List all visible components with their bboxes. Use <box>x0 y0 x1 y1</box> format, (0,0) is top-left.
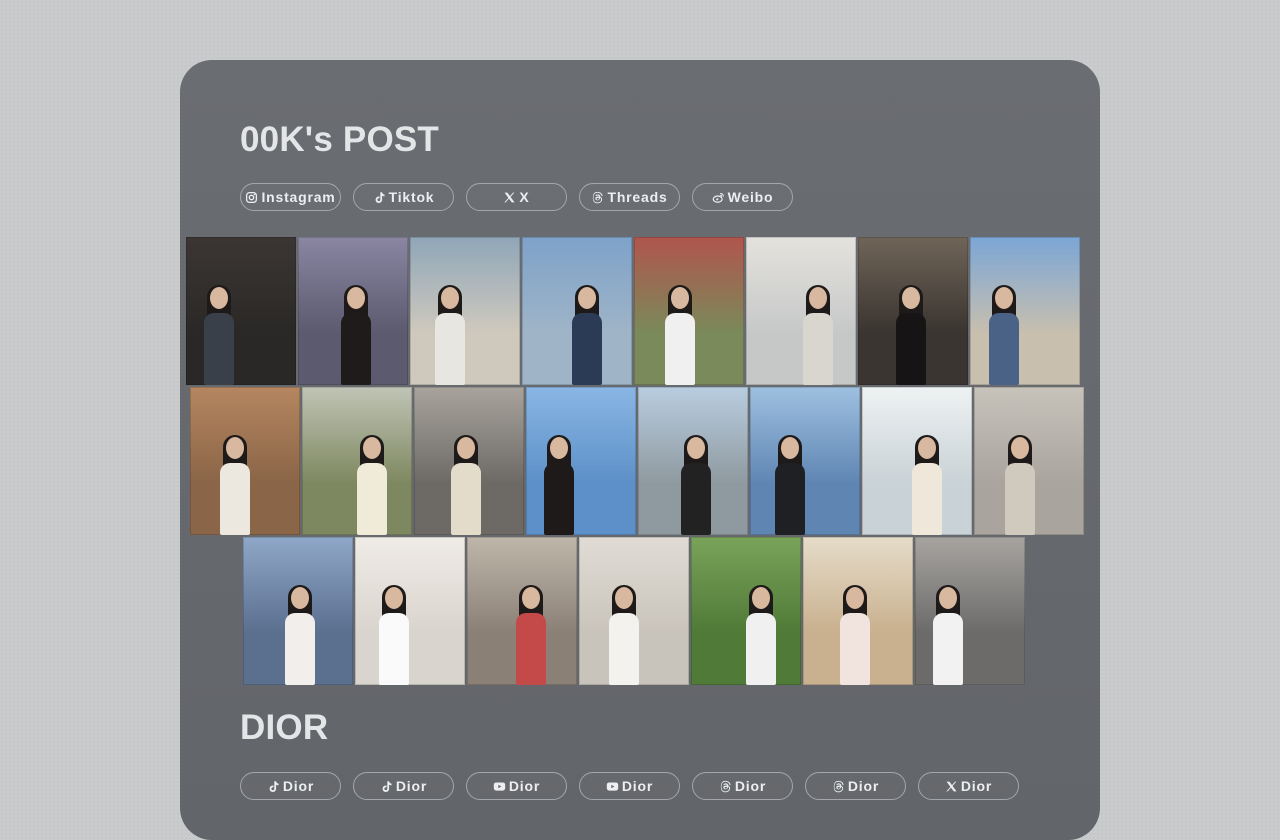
x-icon <box>945 780 958 793</box>
post-photo[interactable] <box>298 237 408 385</box>
person-figure <box>1003 435 1037 535</box>
post-photo[interactable] <box>302 387 412 535</box>
person-figure <box>838 585 872 685</box>
person-figure <box>910 435 944 535</box>
social-link-tiktok-button[interactable]: Dior <box>353 772 454 800</box>
person-figure <box>202 285 236 385</box>
person-figure <box>339 285 373 385</box>
social-link-label: Threads <box>607 189 668 205</box>
post-photo[interactable] <box>862 387 972 535</box>
social-links-dior: Dior Dior Dior Dior Dior Dior Dior <box>240 772 1019 800</box>
social-link-label: Dior <box>960 778 993 794</box>
social-links-posts: Instagram Tiktok X Threads Weibo <box>240 183 793 211</box>
post-photo[interactable] <box>410 237 520 385</box>
social-link-instagram-button[interactable]: Instagram <box>240 183 341 211</box>
post-photo[interactable] <box>190 387 300 535</box>
photo-row <box>190 387 1084 535</box>
social-link-threads-button[interactable]: Threads <box>579 183 680 211</box>
tiktok-icon <box>373 191 386 204</box>
post-photo[interactable] <box>355 537 465 685</box>
post-photo[interactable] <box>526 387 636 535</box>
threads-icon <box>591 191 604 204</box>
photo-row <box>243 537 1025 685</box>
social-link-tiktok-button[interactable]: Tiktok <box>353 183 454 211</box>
post-photo[interactable] <box>638 387 748 535</box>
person-figure <box>744 585 778 685</box>
post-photo[interactable] <box>634 237 744 385</box>
post-photo[interactable] <box>414 387 524 535</box>
person-figure <box>931 585 965 685</box>
instagram-icon <box>245 191 258 204</box>
post-photo[interactable] <box>974 387 1084 535</box>
person-figure <box>218 435 252 535</box>
social-link-x-button[interactable]: Dior <box>918 772 1019 800</box>
post-photo[interactable] <box>243 537 353 685</box>
social-link-label: Instagram <box>261 189 336 205</box>
post-photo[interactable] <box>467 537 577 685</box>
social-link-tiktok-button[interactable]: Dior <box>240 772 341 800</box>
social-link-youtube-button[interactable]: Dior <box>579 772 680 800</box>
person-figure <box>283 585 317 685</box>
social-link-label: X <box>519 189 530 205</box>
person-figure <box>773 435 807 535</box>
post-photo[interactable] <box>915 537 1025 685</box>
social-link-weibo-button[interactable]: Weibo <box>692 183 793 211</box>
person-figure <box>679 435 713 535</box>
person-figure <box>570 285 604 385</box>
post-photo[interactable] <box>858 237 968 385</box>
person-figure <box>377 585 411 685</box>
post-photo[interactable] <box>186 237 296 385</box>
person-figure <box>514 585 548 685</box>
person-figure <box>894 285 928 385</box>
social-link-threads-button[interactable]: Dior <box>805 772 906 800</box>
person-figure <box>607 585 641 685</box>
tiktok-icon <box>380 780 393 793</box>
social-link-label: Weibo <box>727 189 774 205</box>
post-photo[interactable] <box>803 537 913 685</box>
social-link-label: Dior <box>734 778 767 794</box>
person-figure <box>801 285 835 385</box>
social-link-youtube-button[interactable]: Dior <box>466 772 567 800</box>
social-link-label: Tiktok <box>388 189 435 205</box>
profile-card: 00K's POST Instagram Tiktok X Threads Weibo … <box>180 60 1100 840</box>
x-icon <box>503 191 516 204</box>
post-photo[interactable] <box>691 537 801 685</box>
social-link-label: Dior <box>847 778 880 794</box>
section-title-posts: 00K's POST <box>240 120 440 159</box>
youtube-icon <box>606 780 619 793</box>
post-photo[interactable] <box>522 237 632 385</box>
post-photo[interactable] <box>970 237 1080 385</box>
tiktok-icon <box>267 780 280 793</box>
person-figure <box>355 435 389 535</box>
section-title-dior: DIOR <box>240 708 329 747</box>
social-link-label: Dior <box>508 778 541 794</box>
threads-icon <box>719 780 732 793</box>
person-figure <box>433 285 467 385</box>
person-figure <box>987 285 1021 385</box>
social-link-threads-button[interactable]: Dior <box>692 772 793 800</box>
post-photo[interactable] <box>746 237 856 385</box>
social-link-label: Dior <box>395 778 428 794</box>
weibo-icon <box>712 191 725 204</box>
photo-row <box>186 237 1080 385</box>
post-photo[interactable] <box>750 387 860 535</box>
person-figure <box>663 285 697 385</box>
post-photo[interactable] <box>579 537 689 685</box>
social-link-x-button[interactable]: X <box>466 183 567 211</box>
person-figure <box>449 435 483 535</box>
social-link-label: Dior <box>621 778 654 794</box>
person-figure <box>542 435 576 535</box>
youtube-icon <box>493 780 506 793</box>
threads-icon <box>832 780 845 793</box>
social-link-label: Dior <box>282 778 315 794</box>
